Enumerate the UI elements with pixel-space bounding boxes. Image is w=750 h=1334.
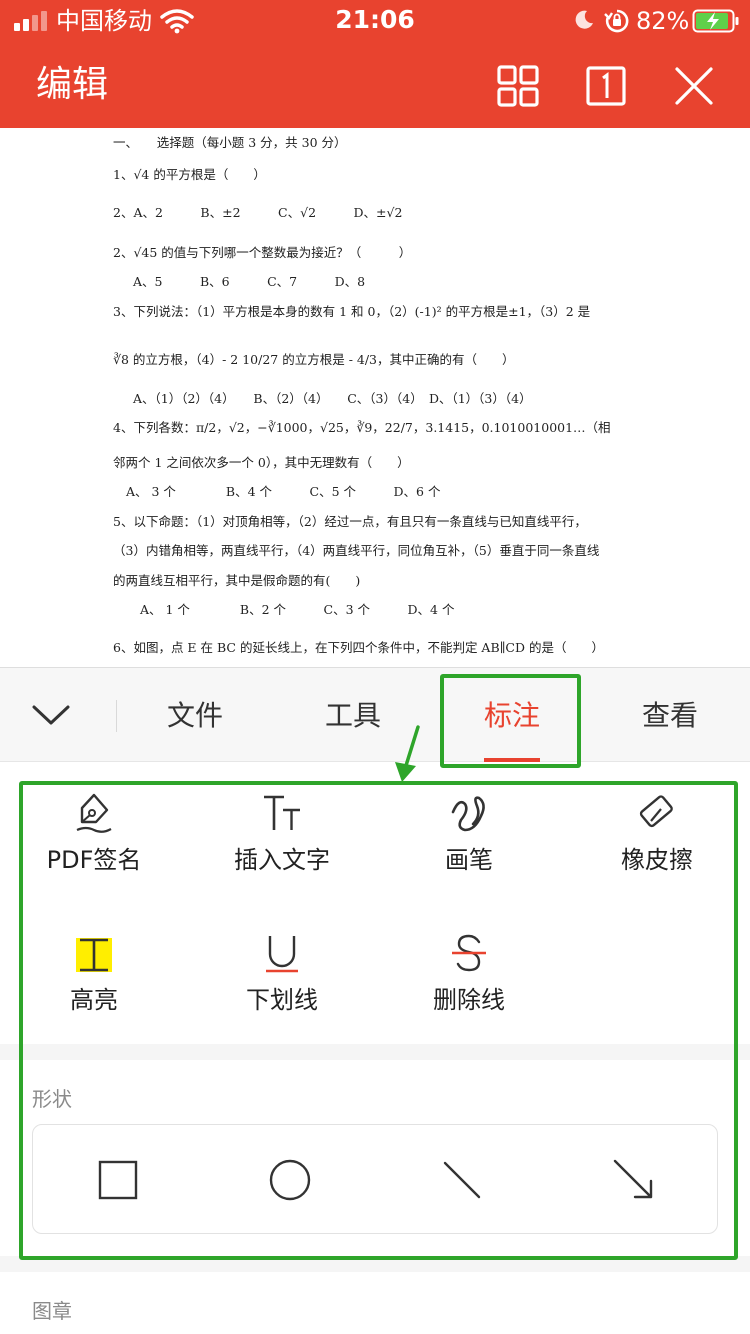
document-view[interactable]: 一、 选择题（每小题 3 分，共 30 分） 1、√4 的平方根是（ ） 2、A…: [0, 128, 750, 667]
doc-line: 1、√4 的平方根是（ ）: [113, 167, 266, 182]
orientation-lock-icon: [604, 9, 629, 33]
doc-line: A、（1）（2）（4） B、（2）（4） C、（3）（4） D、（1）（3）（4…: [133, 391, 532, 406]
doc-line: 2、A、2 B、±2 C、√2 D、±√2: [113, 205, 403, 220]
battery-charging-icon: [692, 9, 739, 33]
close-icon[interactable]: [670, 62, 718, 110]
doc-line: A、5 B、6 C、7 D、8: [133, 274, 366, 289]
annotation-panel-box: [19, 781, 738, 1260]
doc-line: 邻两个 1 之间依次多一个 0），其中无理数有（ ）: [113, 455, 410, 470]
moon-icon: [575, 10, 593, 29]
page-count-icon[interactable]: [582, 62, 630, 110]
tab-divider: [116, 700, 117, 732]
doc-line: 2、√45 的值与下列哪一个整数最为接近？（ ）: [113, 245, 412, 260]
annotation-arrow-icon: [395, 725, 420, 782]
doc-line: 一、 选择题（每小题 3 分，共 30 分）: [113, 135, 347, 150]
page-title: 编辑: [36, 64, 109, 105]
doc-line: （3）内错角相等，两直线平行，（4）两直线平行，同位角互补，（5）垂直于同一条直…: [113, 543, 600, 558]
stamps-section-label: 图章: [32, 1299, 72, 1323]
stamps-section: [0, 1272, 750, 1334]
annotation-highlight-box: [440, 674, 581, 768]
doc-line: 4、下列各数：π/2，√2，−∛1000，√25，∛9，22/7，3.1415，…: [113, 420, 611, 435]
chevron-down-icon[interactable]: [30, 696, 72, 734]
doc-line: 5、以下命题：（1）对顶角相等，（2）经过一点，有且只有一条直线与已知直线平行，: [113, 514, 587, 529]
doc-line: A、 3 个 B、4 个 C、5 个 D、6 个: [126, 484, 441, 499]
battery-percent: 82%: [636, 7, 690, 35]
doc-line: 3、下列说法：（1）平方根是本身的数有 1 和 0，（2）(-1)² 的平方根是…: [113, 304, 591, 319]
status-bar: 中国移动 21:06 82%: [0, 0, 750, 42]
title-bar: 编辑: [0, 42, 750, 128]
doc-line: ∛8 的立方根，（4）- 2 10/27 的立方根是 - 4/3，其中正确的有（…: [113, 352, 515, 367]
doc-line: 6、如图，点 E 在 BC 的延长线上，在下列四个条件中，不能判定 AB∥CD …: [113, 640, 604, 655]
doc-line: A、 1 个 B、2 个 C、3 个 D、4 个: [140, 602, 455, 617]
grid-view-icon[interactable]: [494, 62, 542, 110]
toolbar-tabs: 文件 工具 标注 查看: [0, 667, 750, 762]
tab-view[interactable]: 查看: [605, 696, 735, 736]
doc-line: 的两直线互相平行，其中是假命题的有( ): [113, 573, 361, 588]
tab-file[interactable]: 文件: [130, 696, 260, 736]
